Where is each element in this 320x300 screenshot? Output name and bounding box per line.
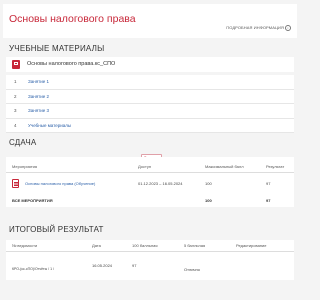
list-item-link[interactable]: Занятие 1 <box>28 79 49 84</box>
col-max: Максимальный балл <box>205 164 244 169</box>
list-item-link[interactable]: Учебные материалы <box>28 123 71 128</box>
col-score5: 5 балльная <box>184 243 206 248</box>
info-icon: i <box>285 25 291 31</box>
materials-list: 1 Занятие 1 2 Занятие 2 3 Занятие 3 4 Уч… <box>6 75 294 133</box>
list-item[interactable]: 4 Учебные материалы <box>6 118 294 133</box>
list-item[interactable]: 3 Занятие 3 <box>6 104 294 119</box>
sheet-number: КРО-(кс-сПО)/Отчёты / 1 / <box>12 267 54 271</box>
title-bar: Основы налогового права ПОДРОБНАЯ ИНФОРМ… <box>3 4 297 38</box>
list-item-link[interactable]: Занятие 3 <box>28 108 49 113</box>
event-link[interactable]: Основы налогового права (Обучение) <box>25 181 95 186</box>
divider <box>6 172 294 173</box>
list-item[interactable]: 1 Занятие 1 <box>6 75 294 90</box>
page: Основы налогового права ПОДРОБНАЯ ИНФОРМ… <box>3 4 297 296</box>
final-date: 16.05.2024 <box>92 263 113 268</box>
submission-total: ВСЕ МЕРОПРИЯТИЯ 100 97 <box>6 194 294 206</box>
details-link-label: ПОДРОБНАЯ ИНФОРМАЦИЯ <box>226 25 284 31</box>
page-title: Основы налогового права <box>9 13 136 25</box>
col-date: Дата <box>92 243 101 248</box>
list-item-link[interactable]: Занятие 2 <box>28 94 49 99</box>
final-score100: 97 <box>132 263 137 268</box>
col-access: Доступ <box>138 164 152 169</box>
total-label: ВСЕ МЕРОПРИЯТИЯ <box>12 198 53 203</box>
final-table: № ведомости Дата 100 балльная 5 балльная… <box>6 240 294 280</box>
access-period: 01.12.2023 – 16.05.2024 <box>138 181 183 186</box>
course-name: Основы налогового права.кс_СПО <box>27 61 116 67</box>
course-book-icon <box>12 60 20 69</box>
list-item-number: 2 <box>14 93 17 99</box>
max-score: 100 <box>205 181 212 186</box>
materials-heading: УЧЕБНЫЕ МАТЕРИАЛЫ <box>9 44 105 53</box>
divider <box>6 251 294 252</box>
col-event: Мероприятия <box>12 164 38 169</box>
course-card[interactable]: Основы налогового права.кс_СПО <box>6 57 294 72</box>
submission-heading: СДАЧА <box>9 138 37 147</box>
col-sheet: № ведомости <box>12 243 38 248</box>
final-score5: Отлично <box>184 267 200 272</box>
col-result: Результат <box>266 164 285 169</box>
details-link[interactable]: ПОДРОБНАЯ ИНФОРМАЦИЯ i <box>226 25 291 31</box>
list-item-number: 1 <box>14 79 17 84</box>
total-max: 100 <box>205 198 212 203</box>
list-item-number: 4 <box>14 122 17 128</box>
result-score: 97 <box>266 181 271 186</box>
final-heading: ИТОГОВЫЙ РЕЗУЛЬТАТ <box>9 225 104 234</box>
list-item-number: 3 <box>14 108 17 113</box>
list-item[interactable]: 2 Занятие 2 <box>6 89 294 104</box>
col-edit: Редактирование <box>236 243 267 248</box>
document-icon <box>12 179 19 188</box>
col-score100: 100 балльная <box>132 243 158 248</box>
total-result: 97 <box>266 198 271 203</box>
